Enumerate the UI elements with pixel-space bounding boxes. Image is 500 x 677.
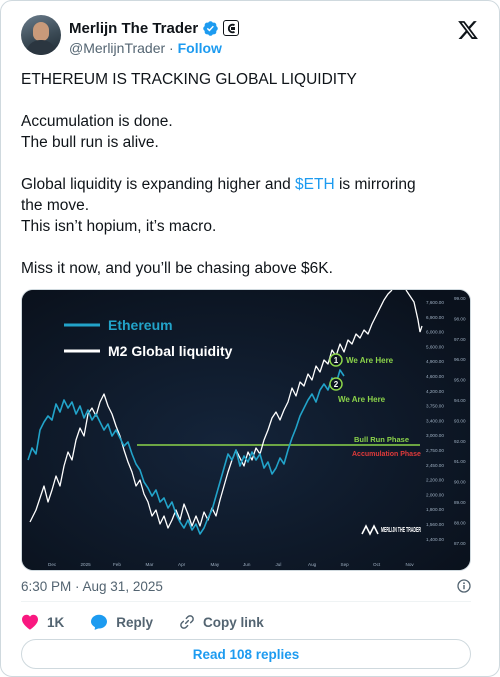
- x-tick: 2025: [81, 562, 92, 567]
- tweet-text: ETHEREUM IS TRACKING GLOBAL LIQUIDITY Ac…: [21, 69, 481, 279]
- y-tick-right: 94.00: [454, 398, 466, 403]
- tweet-media-chart[interactable]: Ethereum M2 Global liquidity Bull Run Ph…: [21, 289, 471, 571]
- chart-svg: Ethereum M2 Global liquidity Bull Run Ph…: [22, 290, 470, 570]
- like-button[interactable]: 1K: [21, 614, 64, 630]
- x-logo-icon[interactable]: [457, 19, 479, 41]
- we-are-here-label-1: We Are Here: [346, 356, 394, 365]
- reply-bubble-icon: [91, 614, 108, 630]
- handle-row: @MerlijnTrader · Follow: [69, 40, 222, 56]
- x-tick: Mar: [146, 562, 154, 567]
- y-tick-left: 7,600.00: [426, 300, 444, 305]
- legend-m2: M2 Global liquidity: [108, 343, 233, 359]
- y-tick-right: 93.00: [454, 418, 466, 423]
- copy-link-button[interactable]: Copy link: [179, 614, 264, 630]
- x-tick: Jul: [276, 562, 282, 567]
- handle-separator: ·: [169, 40, 174, 56]
- verified-badge-icon: [203, 20, 218, 36]
- affiliate-badge-icon[interactable]: [223, 20, 240, 36]
- follow-button[interactable]: Follow: [178, 40, 222, 56]
- tweet-line: This isn’t hopium, it’s macro.: [21, 218, 217, 235]
- y-tick-left: 1,800.00: [426, 507, 444, 512]
- read-replies-button[interactable]: Read 108 replies: [21, 639, 471, 669]
- y-tick-right: 95.00: [454, 378, 466, 383]
- x-tick: Sep: [341, 562, 350, 567]
- y-tick-left: 6,900.00: [426, 315, 444, 320]
- y-tick-right: 88.00: [454, 520, 466, 525]
- y-tick-left: 1,560.00: [426, 522, 444, 527]
- y-tick-right: 89.00: [454, 500, 466, 505]
- y-tick-right: 97.00: [454, 337, 466, 342]
- y-tick-left: 2,750.00: [426, 448, 444, 453]
- tweet-header: Merlijn The Trader @MerlijnTrader · Foll…: [21, 13, 481, 61]
- copy-link-label: Copy link: [203, 614, 264, 630]
- author-name-row: Merlijn The Trader: [69, 18, 240, 38]
- cashtag-link[interactable]: $ETH: [295, 176, 335, 193]
- marker-1-label: 1: [334, 356, 339, 365]
- tweet-card: Merlijn The Trader @MerlijnTrader · Foll…: [0, 0, 500, 677]
- tweet-line: Global liquidity is expanding higher and…: [21, 176, 416, 193]
- y-tick-left: 2,000.00: [426, 492, 444, 497]
- tweet-line: Accumulation is done.: [21, 113, 173, 130]
- author-name[interactable]: Merlijn The Trader: [69, 20, 198, 37]
- y-tick-left: 5,600.00: [426, 344, 444, 349]
- tweet-line: ETHEREUM IS TRACKING GLOBAL LIQUIDITY: [21, 71, 357, 88]
- y-tick-left: 4,900.00: [426, 359, 444, 364]
- x-tick: Apr: [178, 562, 186, 567]
- we-are-here-label-2: We Are Here: [338, 395, 386, 404]
- avatar[interactable]: [21, 15, 61, 55]
- x-tick: May: [211, 562, 220, 567]
- y-tick-right: 96.00: [454, 357, 466, 362]
- info-icon[interactable]: [457, 579, 471, 593]
- y-tick-right: 90.00: [454, 480, 466, 485]
- marker-2-label: 2: [334, 380, 339, 389]
- x-tick: Nov: [406, 562, 415, 567]
- y-tick-left: 4,600.00: [426, 374, 444, 379]
- tweet-meta: 6:30 PM · Aug 31, 2025: [21, 579, 471, 594]
- watermark-text: MERLIJN THE TRADER: [381, 525, 421, 534]
- author-handle[interactable]: @MerlijnTrader: [69, 40, 165, 56]
- x-tick: Dec: [48, 562, 57, 567]
- y-tick-left: 3,400.00: [426, 418, 444, 423]
- y-tick-right: 91.00: [454, 459, 466, 464]
- link-icon: [180, 615, 194, 629]
- y-tick-left: 3,750.00: [426, 404, 444, 409]
- x-tick: Feb: [113, 562, 121, 567]
- divider: [21, 601, 471, 602]
- y-tick-left: 6,000.00: [426, 330, 444, 335]
- like-count: 1K: [47, 614, 65, 630]
- x-tick: Aug: [308, 562, 317, 567]
- legend-ethereum: Ethereum: [108, 317, 173, 333]
- y-tick-left: 2,200.00: [426, 478, 444, 483]
- y-tick-right: 98.00: [454, 316, 466, 321]
- heart-icon: [22, 614, 38, 630]
- y-tick-left: 3,000.00: [426, 433, 444, 438]
- tweet-line: The bull run is alive.: [21, 134, 159, 151]
- action-bar: 1K Reply Copy link: [21, 611, 264, 633]
- bull-run-phase-label: Bull Run Phase: [354, 435, 409, 444]
- x-tick: Oct: [373, 562, 381, 567]
- y-tick-right: 87.00: [454, 541, 466, 546]
- y-tick-left: 1,400.00: [426, 537, 444, 542]
- reply-label: Reply: [116, 614, 154, 630]
- reply-button[interactable]: Reply: [90, 614, 153, 630]
- x-tick: Jun: [243, 562, 251, 567]
- tweet-line: Miss it now, and you’ll be chasing above…: [21, 260, 333, 277]
- y-tick-left: 4,200.00: [426, 389, 444, 394]
- y-tick-right: 99.00: [454, 296, 466, 301]
- y-tick-left: 2,450.00: [426, 463, 444, 468]
- timestamp[interactable]: 6:30 PM · Aug 31, 2025: [21, 579, 163, 594]
- tweet-line: the move.: [21, 197, 90, 214]
- accumulation-label: Accumulation Phase: [352, 451, 421, 458]
- y-tick-right: 92.00: [454, 439, 466, 444]
